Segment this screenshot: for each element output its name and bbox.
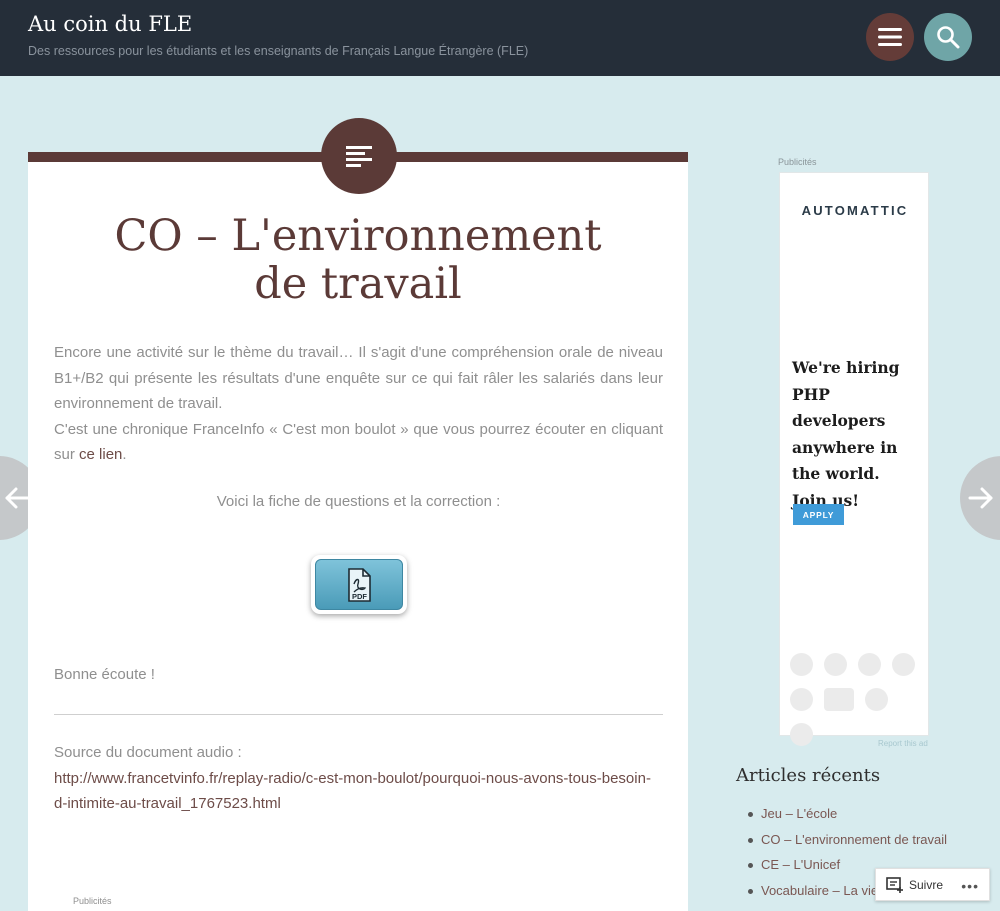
follow-bar: Suivre •••	[875, 868, 990, 901]
next-post-button[interactable]	[960, 456, 1000, 540]
content-divider	[54, 714, 663, 715]
ad-label: Publicités	[778, 157, 817, 167]
follow-icon[interactable]	[886, 876, 904, 893]
arrow-right-icon	[968, 487, 993, 509]
pdf-download-button[interactable]: PDF	[311, 555, 407, 614]
follow-button[interactable]: Suivre	[909, 878, 943, 892]
simplenote-icon	[824, 653, 847, 676]
audio-link[interactable]: ce lien	[79, 446, 122, 463]
menu-button[interactable]	[866, 13, 914, 61]
ad-headline-line: We're hiring	[792, 358, 900, 377]
chronique-text: C'est une chronique FranceInfo « C'est m…	[54, 420, 663, 464]
post-title: CO – L'environnement de travail	[28, 212, 688, 308]
pdf-file-icon: PDF	[348, 567, 371, 602]
vaultpress-icon	[865, 688, 888, 711]
text-post-icon	[346, 146, 372, 167]
ad-product-icons	[790, 653, 920, 746]
intro-paragraph: Encore une activité sur le thème du trav…	[54, 344, 663, 412]
source-label: Source du document audio :	[54, 744, 242, 761]
ad-brand-logo: AUTOMATTIC	[801, 203, 909, 218]
arrow-left-icon	[5, 487, 30, 509]
post-format-badge	[321, 118, 397, 194]
post-body: Encore une activité sur le thème du trav…	[54, 340, 663, 468]
report-ad-link[interactable]: Report this ad	[878, 739, 928, 748]
post-title-line: CO – L'environnement	[114, 211, 602, 261]
site-title[interactable]: Au coin du FLE	[28, 12, 192, 36]
recent-post-item[interactable]: Jeu – L'école	[748, 803, 947, 829]
source-block: Source du document audio : http://www.fr…	[54, 740, 663, 817]
more-options-button[interactable]: •••	[961, 878, 979, 894]
search-icon	[937, 26, 960, 49]
pdf-label: PDF	[352, 592, 367, 601]
pdf-button-face[interactable]: PDF	[315, 559, 403, 610]
ad-headline-line: the world.	[792, 464, 880, 483]
sidebar-advertisement[interactable]: AUTOMATTIC We're hiring PHP developers a…	[779, 172, 929, 746]
closing-line: Bonne écoute !	[54, 666, 155, 683]
ad-headline: We're hiring PHP developers anywhere in …	[792, 355, 924, 514]
site-header: Au coin du FLE Des ressources pour les é…	[0, 0, 1000, 76]
search-button[interactable]	[924, 13, 972, 61]
source-link[interactable]: http://www.francetvinfo.fr/replay-radio/…	[54, 770, 651, 813]
recent-posts-title: Articles récents	[736, 765, 881, 786]
ad-headline-line: PHP developers	[792, 384, 886, 431]
chronique-end: .	[122, 446, 127, 463]
wordpress-icon	[790, 653, 813, 676]
site-description: Des ressources pour les étudiants et les…	[28, 44, 529, 58]
woo-icon	[824, 688, 854, 711]
recent-post-item[interactable]: CO – L'environnement de travail	[748, 829, 947, 855]
longreads-icon	[790, 688, 813, 711]
questions-line: Voici la fiche de questions et la correc…	[216, 493, 501, 510]
menu-icon	[878, 28, 902, 46]
chronique-paragraph: C'est une chronique FranceInfo « C'est m…	[54, 417, 663, 468]
gravatar-icon	[790, 723, 813, 746]
ad-headline-line: anywhere in	[792, 437, 898, 457]
post-title-line: de travail	[254, 259, 462, 309]
ad-apply-button[interactable]: APPLY	[793, 504, 844, 525]
akismet-icon	[858, 653, 881, 676]
ads-label-bottom: Publicités	[73, 896, 112, 906]
jetpack-icon	[892, 653, 915, 676]
